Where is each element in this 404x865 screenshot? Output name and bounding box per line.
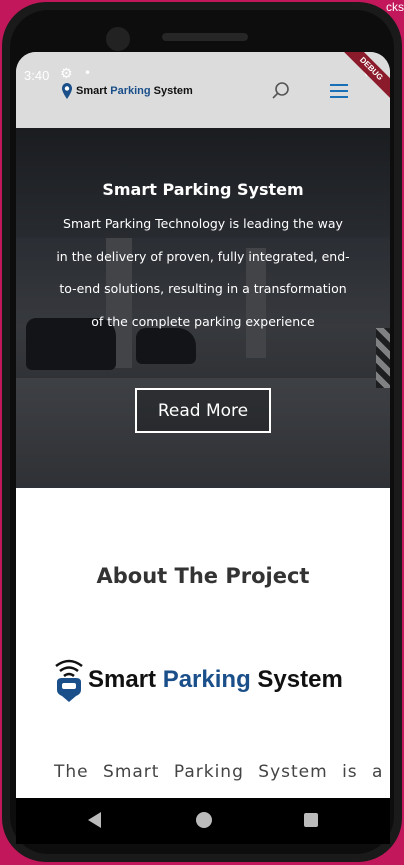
about-logo-text: Smart Parking System bbox=[88, 666, 343, 693]
app-screen: 3:40 ⚙ • ▾▮ Smart Parking System DEBUG bbox=[16, 52, 390, 798]
about-logo: Smart Parking System bbox=[52, 656, 362, 704]
earpiece-speaker bbox=[162, 33, 248, 41]
back-icon[interactable] bbox=[88, 812, 101, 828]
recent-apps-icon[interactable] bbox=[304, 813, 318, 827]
about-description: The Smart Parking System is a bbox=[54, 762, 384, 782]
hero-title: Smart Parking System bbox=[102, 180, 304, 199]
android-nav-bar bbox=[16, 798, 390, 844]
hero-banner: Smart Parking System Smart Parking Techn… bbox=[16, 128, 390, 488]
home-icon[interactable] bbox=[196, 812, 212, 828]
parking-car-logo-icon bbox=[55, 659, 83, 702]
hero-description: Smart Parking Technology is leading the … bbox=[56, 216, 350, 329]
status-time: 3:40 bbox=[24, 68, 50, 83]
search-icon[interactable] bbox=[270, 80, 292, 102]
about-title: About The Project bbox=[96, 564, 310, 588]
front-camera bbox=[106, 27, 130, 51]
hamburger-menu-icon[interactable] bbox=[328, 80, 350, 102]
app-header: 3:40 ⚙ • ▾▮ Smart Parking System DEBUG bbox=[16, 52, 390, 128]
header-logo[interactable]: Smart Parking System bbox=[62, 80, 193, 102]
logo-text: Smart Parking System bbox=[76, 85, 193, 97]
read-more-button[interactable]: Read More bbox=[135, 388, 271, 433]
parking-pin-icon bbox=[62, 83, 72, 99]
notification-dot-icon: • bbox=[84, 66, 92, 80]
background-cut-text: cks bbox=[386, 0, 404, 14]
